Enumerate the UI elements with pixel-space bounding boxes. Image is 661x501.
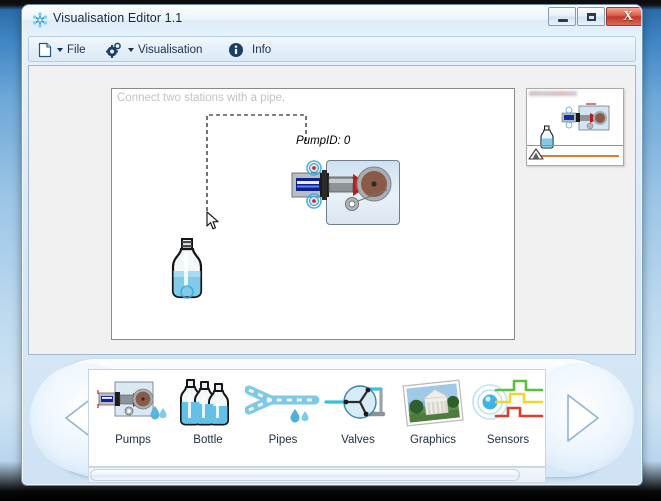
toolbar-label-info: Info <box>252 43 272 56</box>
gear-icon <box>106 42 121 58</box>
toolbar-item-info[interactable]: Info <box>224 39 275 60</box>
info-icon <box>229 42 243 57</box>
palette-scrollbar-thumb[interactable] <box>90 469 520 481</box>
bottles-icon <box>180 379 229 426</box>
chevron-down-icon <box>128 47 134 52</box>
document-icon <box>38 42 52 57</box>
window-title: Visualisation Editor 1.1 <box>53 11 183 25</box>
bottle-station-element[interactable] <box>167 237 207 299</box>
pump-station-element[interactable]: PumpID: 0 <box>280 135 400 225</box>
palette-label-valves: Valves <box>341 434 375 446</box>
bottle-graphic <box>171 238 203 299</box>
toolbar-item-visualisation[interactable]: Visualisation <box>101 39 206 60</box>
valve-icon <box>324 385 386 419</box>
pipes-icon <box>245 385 320 423</box>
minimap-divider <box>527 145 623 146</box>
minimap-pump-thumb <box>561 103 610 131</box>
close-button[interactable]: X <box>606 7 642 26</box>
minimize-icon <box>558 19 568 22</box>
toolbar-item-file[interactable]: File <box>34 39 90 60</box>
palette-label-sensors: Sensors <box>486 434 530 446</box>
palette-item-pipes[interactable]: Pipes <box>245 374 321 464</box>
palette-horizontal-scrollbar[interactable] <box>88 467 546 483</box>
pump-graphic <box>291 160 392 211</box>
application-window: Visualisation Editor 1.1 X File Visualis… <box>22 5 642 485</box>
chevron-down-icon <box>57 47 63 52</box>
close-icon: X <box>622 9 634 24</box>
palette-item-sensors[interactable]: Sensors <box>470 374 546 464</box>
menu-toolbar: File Visualisation Info <box>28 36 636 62</box>
sensor-icon <box>472 379 544 420</box>
toolbar-label-file: File <box>67 43 86 56</box>
canvas-hint-text: Connect two stations with a pipe, <box>117 92 286 104</box>
photo-icon <box>402 379 464 427</box>
palette-label-graphics: Graphics <box>409 434 457 446</box>
mouse-pointer-cursor <box>206 211 219 230</box>
palette-item-bottle[interactable]: Bottle <box>170 374 246 464</box>
minimize-button[interactable] <box>548 7 576 26</box>
pump-icon <box>97 381 167 420</box>
palette-label-pumps: Pumps <box>115 434 151 446</box>
chevron-right-icon <box>567 394 599 442</box>
palette-items-container: Pumps Bottle Pipes Valves Graphics Senso… <box>88 369 546 467</box>
pump-id-label: PumpID: 0 <box>296 135 351 147</box>
minimap-caption-blur <box>529 91 577 96</box>
toolbar-label-visualisation: Visualisation <box>138 43 203 56</box>
component-palette: Pumps Bottle Pipes Valves Graphics Senso… <box>22 357 642 485</box>
palette-label-pipes: Pipes <box>268 434 298 446</box>
minimap-scale-bar <box>539 155 619 157</box>
maximize-icon <box>587 13 596 21</box>
palette-item-pumps[interactable]: Pumps <box>95 374 171 464</box>
drawing-canvas[interactable]: Connect two stations with a pipe, PumpID… <box>111 88 515 340</box>
palette-item-valves[interactable]: Valves <box>320 374 396 464</box>
overview-minimap-panel[interactable] <box>526 88 624 166</box>
minimap-marker-icon <box>528 148 544 160</box>
palette-label-bottle: Bottle <box>193 434 223 446</box>
palette-item-graphics[interactable]: Graphics <box>395 374 471 464</box>
snowflake-icon <box>32 12 48 28</box>
title-bar[interactable]: Visualisation Editor 1.1 X <box>22 5 642 35</box>
editor-client-area: Connect two stations with a pipe, PumpID… <box>28 65 636 355</box>
maximize-button[interactable] <box>577 7 605 26</box>
